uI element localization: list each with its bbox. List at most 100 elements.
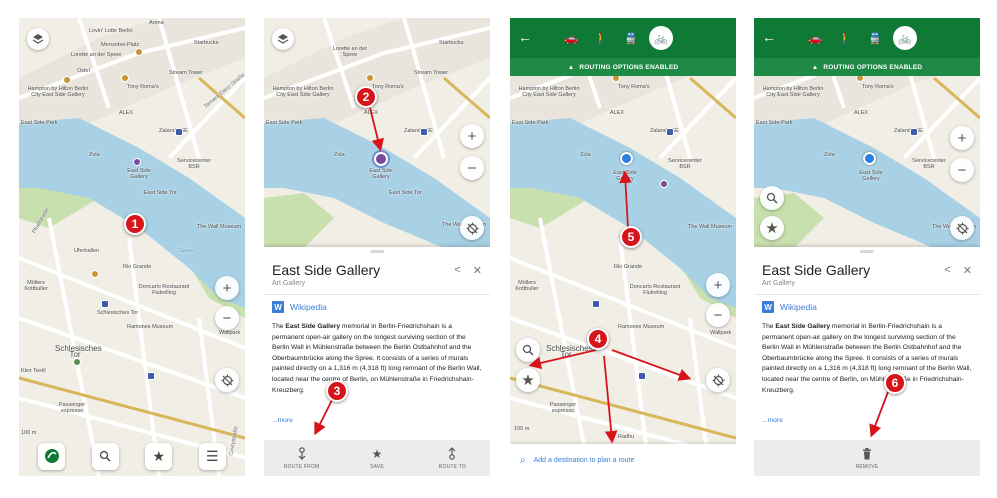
map-label: Starbucks: [439, 40, 464, 46]
map-label: Tony Roma's: [618, 84, 650, 90]
back-arrow-icon[interactable]: ←: [518, 29, 532, 45]
bus-stop-icon[interactable]: [910, 128, 918, 136]
wikipedia-icon: W: [762, 301, 774, 313]
route-to-label: ROUTE TO: [438, 463, 466, 470]
gallery-poi-icon[interactable]: [660, 180, 668, 188]
mode-car-button[interactable]: 🚗: [559, 26, 583, 50]
step-marker-5: 5: [620, 226, 642, 248]
routing-options-banner[interactable]: ▲ ROUTING OPTIONS ENABLED: [510, 58, 736, 76]
more-link[interactable]: ...more: [272, 417, 293, 424]
mode-walk-button[interactable]: 🚶: [833, 26, 857, 50]
restaurant-poi-icon[interactable]: [63, 76, 71, 84]
zoom-out-button[interactable]: −: [706, 303, 730, 327]
step-marker-2: 2: [355, 86, 377, 108]
wikipedia-link[interactable]: Wikipedia: [290, 302, 327, 312]
selected-place-pin[interactable]: [374, 152, 388, 166]
transport-modes: 🚗 🚶 🚆 🚲: [559, 26, 673, 50]
favorites-button[interactable]: ★: [760, 216, 784, 240]
mode-transit-button[interactable]: 🚆: [863, 26, 887, 50]
bus-stop-icon[interactable]: [147, 372, 155, 380]
locate-button[interactable]: [215, 368, 239, 392]
search-button[interactable]: [760, 186, 784, 210]
bus-stop-icon[interactable]: [666, 128, 674, 136]
metro-station-icon[interactable]: [101, 300, 109, 308]
locate-button[interactable]: [950, 216, 974, 240]
remove-button[interactable]: REMOVE: [837, 447, 897, 470]
search-button[interactable]: [91, 442, 119, 470]
route-to-button[interactable]: ROUTE TO: [422, 447, 482, 470]
map-label: Hampton by Hilton Berlin City East Side …: [518, 86, 580, 98]
locate-button[interactable]: [706, 368, 730, 392]
wikipedia-link[interactable]: Wikipedia: [780, 302, 817, 312]
wikipedia-row[interactable]: W Wikipedia: [762, 301, 817, 313]
zoom-in-button[interactable]: +: [215, 276, 239, 300]
close-icon[interactable]: ✕: [473, 264, 482, 277]
bus-stop-icon[interactable]: [638, 372, 646, 380]
map-label: East Side Park: [512, 120, 549, 126]
save-star-icon: ★: [371, 446, 383, 461]
search-button[interactable]: [516, 338, 540, 362]
map-view[interactable]: Hampton by Hilton Berlin City East Side …: [510, 18, 736, 476]
back-arrow-icon[interactable]: ←: [762, 29, 776, 45]
sheet-drag-handle[interactable]: [370, 250, 384, 253]
close-icon[interactable]: ✕: [963, 264, 972, 277]
share-icon[interactable]: <: [454, 264, 460, 277]
map-label: Möllers Kottbuller: [24, 280, 48, 292]
favorites-button[interactable]: ★: [516, 368, 540, 392]
mode-bike-button[interactable]: 🚲: [893, 26, 917, 50]
layers-button[interactable]: [272, 28, 294, 50]
mode-car-button[interactable]: 🚗: [803, 26, 827, 50]
layers-button[interactable]: [27, 28, 49, 50]
share-icon[interactable]: <: [944, 264, 950, 277]
plus-icon: +: [957, 129, 967, 147]
place-details-sheet[interactable]: East Side Gallery Art Gallery < ✕ W Wiki…: [754, 247, 980, 476]
restaurant-poi-icon[interactable]: [366, 74, 374, 82]
transit-icon: 🚆: [868, 32, 882, 45]
map-view[interactable]: Arena Lovin' Lotte Berlin Mercedes-Platz…: [19, 18, 245, 476]
zoom-out-button[interactable]: −: [215, 306, 239, 330]
bus-stop-icon[interactable]: [420, 128, 428, 136]
save-button[interactable]: ★ SAVE: [347, 447, 407, 470]
map-label: East Side Park: [266, 120, 303, 126]
bus-stop-icon[interactable]: [175, 128, 183, 136]
start-point-pin[interactable]: [863, 152, 876, 165]
mode-walk-button[interactable]: 🚶: [589, 26, 613, 50]
restaurant-poi-icon[interactable]: [91, 270, 99, 278]
routing-options-banner[interactable]: ▲ ROUTING OPTIONS ENABLED: [754, 58, 980, 76]
place-type: Art Gallery: [762, 280, 796, 287]
start-point-pin[interactable]: [620, 152, 633, 165]
map-label: Zalando SE: [894, 128, 923, 134]
zoom-in-button[interactable]: +: [706, 273, 730, 297]
map-label: ALEX: [610, 110, 625, 116]
star-icon: ★: [152, 447, 166, 464]
shop-poi-icon[interactable]: [73, 358, 81, 366]
minus-icon: −: [957, 161, 967, 179]
restaurant-poi-icon[interactable]: [135, 48, 143, 56]
place-details-sheet[interactable]: East Side Gallery Art Gallery < ✕ W Wiki…: [264, 247, 490, 476]
mode-transit-button[interactable]: 🚆: [619, 26, 643, 50]
more-link[interactable]: ...more: [762, 417, 783, 424]
map-label: The Wall Museum: [688, 224, 733, 230]
menu-button[interactable]: ☰: [198, 442, 226, 470]
wikipedia-row[interactable]: W Wikipedia: [272, 301, 327, 313]
add-destination-bar[interactable]: ⌕ Add a destination to plan a route: [510, 444, 736, 476]
map-label: Zola: [824, 152, 835, 158]
map-scale: 100 m: [514, 426, 530, 432]
zoom-out-button[interactable]: −: [460, 156, 484, 180]
map-label: Lorette an der Spree: [71, 52, 122, 58]
restaurant-poi-icon[interactable]: [121, 74, 129, 82]
mode-bike-button[interactable]: 🚲: [649, 26, 673, 50]
locate-button[interactable]: [460, 216, 484, 240]
metro-station-icon[interactable]: [592, 300, 600, 308]
app-logo-button[interactable]: [38, 442, 66, 470]
zoom-in-button[interactable]: +: [460, 124, 484, 148]
zoom-in-button[interactable]: +: [950, 126, 974, 150]
zoom-out-button[interactable]: −: [950, 158, 974, 182]
place-description: The East Side Gallery memorial in Berlin…: [272, 323, 482, 394]
sheet-drag-handle[interactable]: [860, 250, 874, 253]
map-label: Doncarlo Restaurant Flutrelling: [138, 284, 190, 296]
gallery-poi-icon[interactable]: [133, 158, 141, 166]
route-from-button[interactable]: ROUTE FROM: [272, 447, 332, 470]
favorites-button[interactable]: ★: [145, 442, 173, 470]
map-label: East Side Tor: [389, 190, 422, 196]
